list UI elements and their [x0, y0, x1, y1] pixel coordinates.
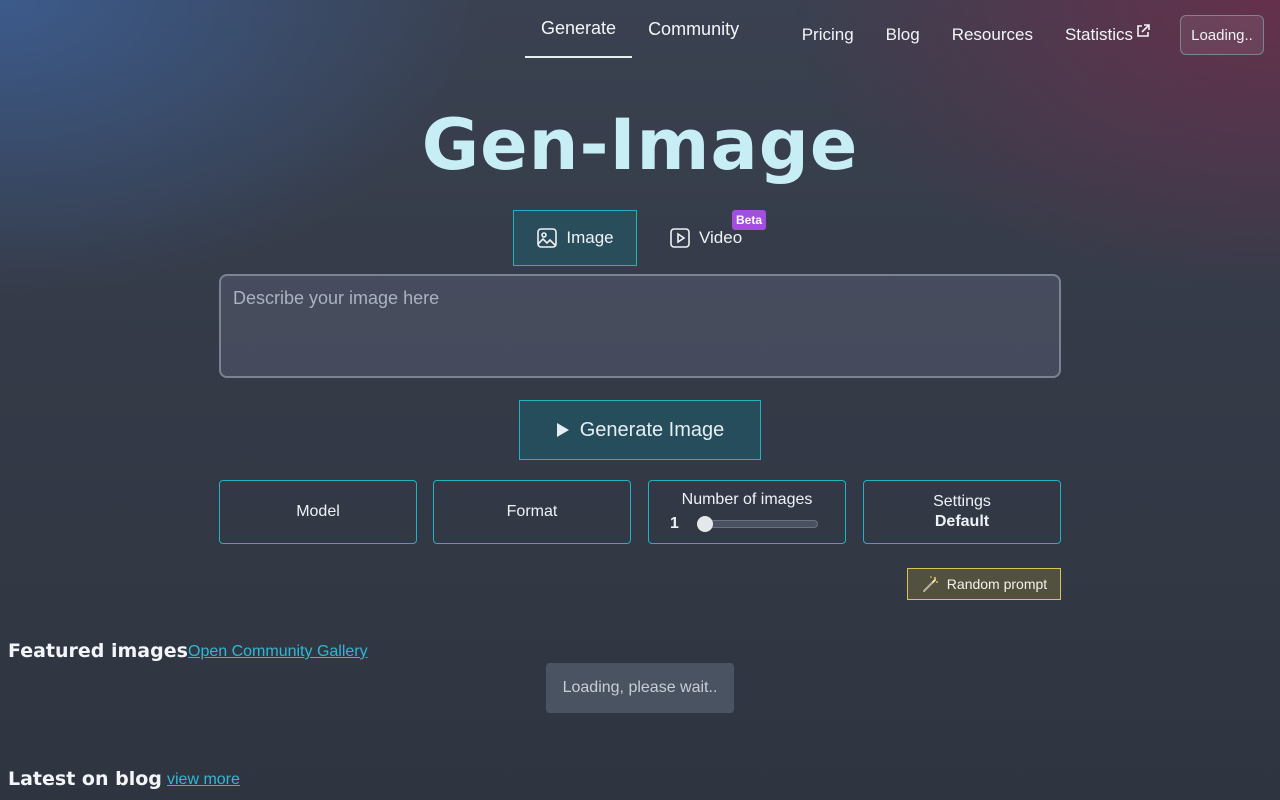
random-prompt-button[interactable]: Random prompt: [907, 568, 1061, 600]
tab-image-label: Image: [566, 228, 614, 247]
nav-links: Pricing Blog Resources Statistics Loadin…: [802, 0, 1280, 70]
play-square-icon: [670, 228, 690, 248]
nav-tabs: Generate Community: [525, 0, 755, 58]
random-prompt-label: Random prompt: [946, 576, 1048, 592]
page-title: Gen-Image: [421, 104, 859, 186]
generate-image-label: Generate Image: [579, 418, 725, 441]
num-images-value: 1: [670, 515, 679, 532]
nav-link-pricing[interactable]: Pricing: [802, 25, 854, 45]
num-images-control: Number of images 1: [648, 480, 846, 544]
tab-image[interactable]: Image: [513, 210, 637, 266]
model-selector[interactable]: Model: [219, 480, 417, 544]
beta-badge: Beta: [732, 210, 767, 230]
magic-wand-icon: [922, 576, 938, 592]
nav-tab-community[interactable]: Community: [632, 0, 755, 58]
settings-selector[interactable]: Settings Default: [863, 480, 1061, 544]
model-label: Model: [296, 503, 340, 520]
nav-link-blog[interactable]: Blog: [886, 25, 920, 45]
num-images-slider[interactable]: [697, 516, 818, 532]
nav-link-statistics[interactable]: Statistics: [1064, 24, 1150, 45]
nav-tab-generate[interactable]: Generate: [525, 0, 633, 58]
settings-value: Default: [934, 513, 990, 530]
play-icon: [556, 423, 569, 437]
latest-on-blog-heading: Latest on blog: [8, 768, 162, 790]
account-button[interactable]: Loading..: [1180, 15, 1264, 55]
view-more-link[interactable]: view more: [167, 771, 240, 789]
slider-thumb[interactable]: [697, 516, 713, 532]
tab-video-label: Video: [699, 228, 743, 247]
image-icon: [537, 228, 558, 248]
format-label: Format: [506, 503, 558, 520]
num-images-label: Number of images: [681, 491, 813, 508]
generate-image-button[interactable]: Generate Image: [519, 400, 761, 460]
nav-link-statistics-label: Statistics: [1064, 25, 1133, 44]
external-link-icon: [1137, 24, 1150, 37]
format-selector[interactable]: Format: [433, 480, 631, 544]
open-community-gallery-link[interactable]: Open Community Gallery: [188, 643, 368, 661]
mode-tabs: Image Video Beta: [513, 210, 767, 266]
tab-video[interactable]: Video Beta: [669, 210, 767, 266]
settings-label: Settings: [933, 493, 991, 510]
prompt-input[interactable]: [219, 274, 1061, 378]
nav-link-resources[interactable]: Resources: [952, 25, 1033, 45]
num-images-slider-row: 1: [670, 515, 824, 533]
featured-loading-indicator: Loading, please wait..: [546, 663, 734, 713]
featured-images-heading: Featured images: [8, 640, 188, 662]
